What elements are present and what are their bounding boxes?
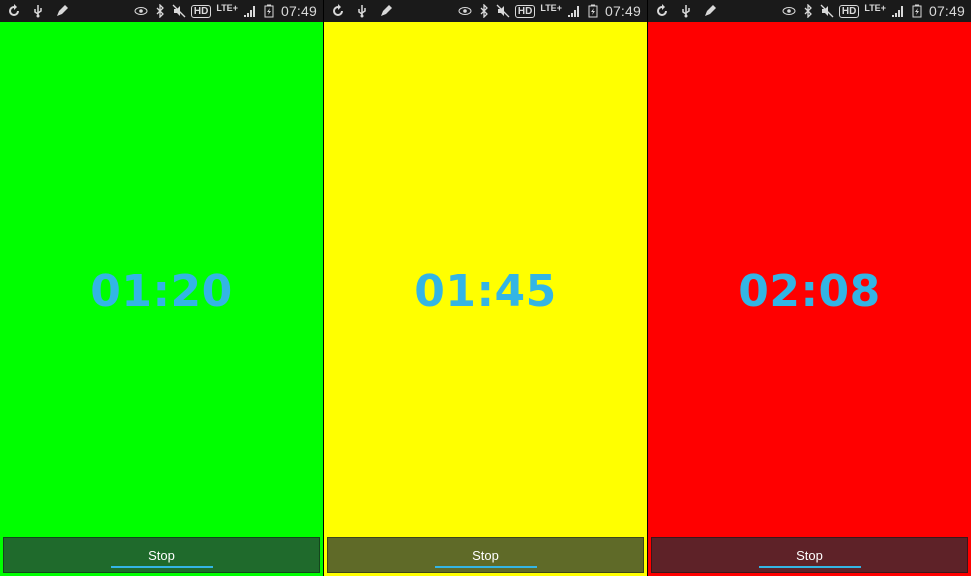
sync-icon bbox=[331, 4, 345, 18]
timer-content: 01:20 Stop bbox=[0, 22, 323, 576]
battery-icon bbox=[910, 4, 924, 18]
stop-button[interactable]: Stop bbox=[651, 537, 968, 573]
usb-icon bbox=[31, 4, 45, 18]
lte-icon: LTE+ bbox=[864, 3, 886, 13]
hd-icon: HD bbox=[838, 4, 860, 18]
timer-screen-green: HD LTE+ 07:49 01:20 Stop bbox=[0, 0, 323, 576]
stop-button-label: Stop bbox=[148, 547, 175, 563]
stop-button[interactable]: Stop bbox=[3, 537, 320, 573]
eye-icon bbox=[458, 4, 472, 18]
stop-button[interactable]: Stop bbox=[327, 537, 644, 573]
status-clock: 07:49 bbox=[928, 3, 965, 19]
mute-icon bbox=[172, 4, 186, 18]
status-clock: 07:49 bbox=[280, 3, 317, 19]
usb-icon bbox=[679, 4, 693, 18]
timer-screen-yellow: HD LTE+ 07:49 01:45 Stop bbox=[324, 0, 647, 576]
hd-icon: HD bbox=[514, 4, 536, 18]
timer-content: 02:08 Stop bbox=[648, 22, 971, 576]
status-bar: HD LTE+ 07:49 bbox=[324, 0, 647, 22]
pen-icon bbox=[703, 4, 717, 18]
status-clock: 07:49 bbox=[604, 3, 641, 19]
signal-icon bbox=[243, 4, 257, 18]
eye-icon bbox=[782, 4, 796, 18]
lte-icon: LTE+ bbox=[216, 3, 238, 13]
stop-button-label: Stop bbox=[796, 547, 823, 563]
sync-icon bbox=[655, 4, 669, 18]
timer-display: 01:45 bbox=[414, 266, 557, 317]
stop-button-focus-underline bbox=[434, 566, 537, 568]
battery-icon bbox=[586, 4, 600, 18]
bluetooth-icon bbox=[801, 4, 815, 18]
timer-display: 02:08 bbox=[738, 266, 881, 317]
bluetooth-icon bbox=[153, 4, 167, 18]
screens-container: HD LTE+ 07:49 01:20 Stop HD LTE+ 07:49 0… bbox=[0, 0, 971, 576]
mute-icon bbox=[820, 4, 834, 18]
timer-content: 01:45 Stop bbox=[324, 22, 647, 576]
mute-icon bbox=[496, 4, 510, 18]
timer-screen-red: HD LTE+ 07:49 02:08 Stop bbox=[648, 0, 971, 576]
status-bar: HD LTE+ 07:49 bbox=[648, 0, 971, 22]
pen-icon bbox=[55, 4, 69, 18]
hd-icon: HD bbox=[190, 4, 212, 18]
pen-icon bbox=[379, 4, 393, 18]
stop-button-label: Stop bbox=[472, 547, 499, 563]
status-bar: HD LTE+ 07:49 bbox=[0, 0, 323, 22]
lte-icon: LTE+ bbox=[540, 3, 562, 13]
stop-button-focus-underline bbox=[110, 566, 213, 568]
usb-icon bbox=[355, 4, 369, 18]
battery-icon bbox=[262, 4, 276, 18]
signal-icon bbox=[891, 4, 905, 18]
timer-display: 01:20 bbox=[90, 266, 233, 317]
signal-icon bbox=[567, 4, 581, 18]
sync-icon bbox=[7, 4, 21, 18]
eye-icon bbox=[134, 4, 148, 18]
stop-button-focus-underline bbox=[758, 566, 861, 568]
bluetooth-icon bbox=[477, 4, 491, 18]
